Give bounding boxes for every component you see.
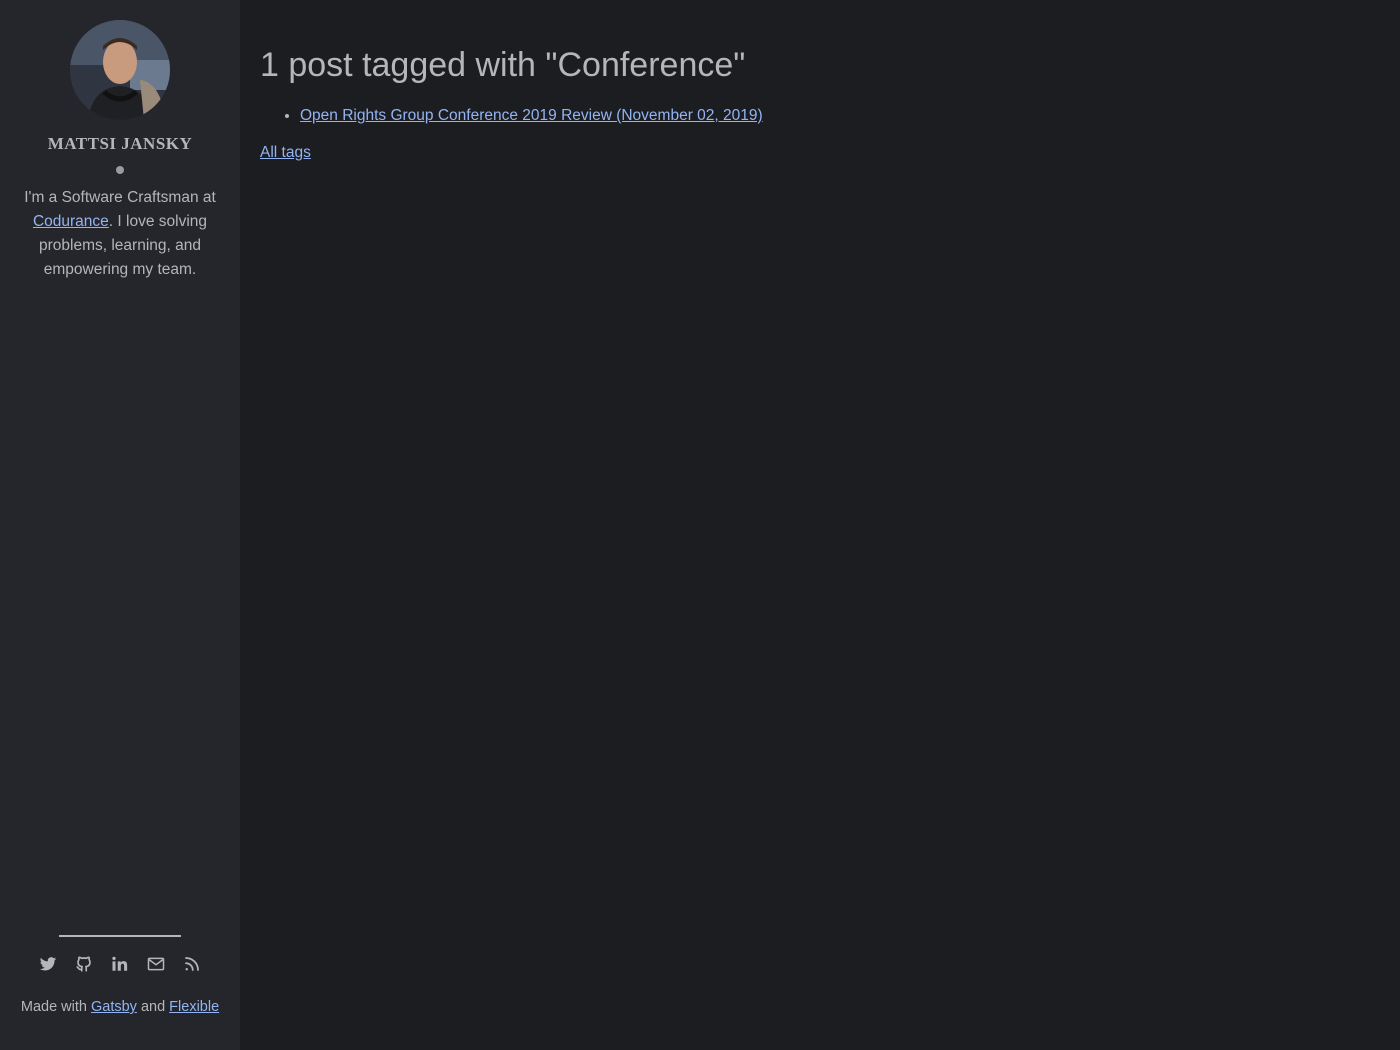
author-bio: I'm a Software Craftsman at Codurance. I… <box>20 186 220 282</box>
author-name: MATTSI JANSKY <box>47 134 193 153</box>
sidebar: MATTSI JANSKY I'm a Software Craftsman a… <box>0 0 240 1050</box>
github-icon <box>76 956 91 972</box>
linkedin-link[interactable] <box>111 955 129 973</box>
flexible-link[interactable]: Flexible <box>169 999 219 1015</box>
all-tags-link[interactable]: All tags <box>260 144 311 162</box>
twitter-icon <box>39 957 57 971</box>
gatsby-link[interactable]: Gatsby <box>91 999 137 1015</box>
social-links <box>39 955 201 973</box>
bio-prefix: I'm a Software Craftsman at <box>24 189 216 206</box>
twitter-link[interactable] <box>39 955 57 973</box>
main-content: 1 post tagged with "Conference" Open Rig… <box>260 0 1380 162</box>
rss-link[interactable] <box>183 955 201 973</box>
footer-mid: and <box>136 999 170 1015</box>
list-item: Open Rights Group Conference 2019 Review… <box>300 104 1380 128</box>
post-link[interactable]: Open Rights Group Conference 2019 Review… <box>300 107 763 124</box>
post-list: Open Rights Group Conference 2019 Review… <box>260 104 1380 128</box>
footer-prefix: Made with <box>20 999 91 1015</box>
mail-link[interactable] <box>147 955 165 973</box>
status-dot <box>116 166 124 174</box>
github-link[interactable] <box>75 955 93 973</box>
codurance-link[interactable]: Codurance <box>33 213 109 230</box>
divider <box>59 935 181 937</box>
mail-icon <box>147 957 165 971</box>
linkedin-icon <box>112 956 128 971</box>
author-avatar[interactable] <box>70 20 170 120</box>
rss-icon <box>185 957 199 971</box>
footer-credit: Made with Gatsby and Flexible <box>21 999 219 1015</box>
page-title: 1 post tagged with "Conference" <box>260 46 746 84</box>
